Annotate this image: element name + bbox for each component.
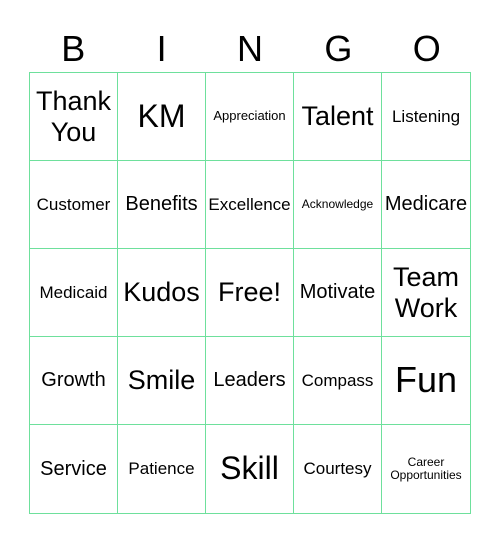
bingo-cell[interactable]: Smile [118, 337, 206, 425]
bingo-cell[interactable]: Leaders [206, 337, 294, 425]
bingo-cell[interactable]: Career Opportunities [382, 425, 470, 513]
bingo-cell[interactable]: Service [30, 425, 118, 513]
bingo-cell[interactable]: Motivate [294, 249, 382, 337]
header-letter-o: O [412, 28, 441, 69]
bingo-cell[interactable]: Fun [382, 337, 470, 425]
bingo-cell[interactable]: Medicaid [30, 249, 118, 337]
bingo-cell[interactable]: Kudos [118, 249, 206, 337]
header-letter-b: B [61, 28, 86, 69]
bingo-cell[interactable]: Compass [294, 337, 382, 425]
header-letter-g: G [324, 28, 353, 69]
bingo-cell[interactable]: Medicare [382, 161, 470, 249]
bingo-cell[interactable]: KM [118, 73, 206, 161]
bingo-cell[interactable]: Thank You [30, 73, 118, 161]
header-letter-i: I [156, 28, 167, 69]
bingo-cell[interactable]: Appreciation [206, 73, 294, 161]
bingo-cell[interactable]: Patience [118, 425, 206, 513]
bingo-cell[interactable]: Skill [206, 425, 294, 513]
header-letter-n: N [236, 28, 263, 69]
bingo-cell[interactable]: Listening [382, 73, 470, 161]
bingo-cell[interactable]: Free! [206, 249, 294, 337]
bingo-cell[interactable]: Benefits [118, 161, 206, 249]
bingo-cell[interactable]: Excellence [206, 161, 294, 249]
bingo-cell[interactable]: Acknowledge [294, 161, 382, 249]
bingo-cell[interactable]: Courtesy [294, 425, 382, 513]
bingo-card-grid: Thank You KM Appreciation Talent Listening Cu… [29, 72, 471, 514]
bingo-cell[interactable]: Customer [30, 161, 118, 249]
bingo-header: B I N G O [29, 26, 471, 72]
bingo-cell[interactable]: Team Work [382, 249, 470, 337]
bingo-cell[interactable]: Talent [294, 73, 382, 161]
bingo-cell[interactable]: Growth [30, 337, 118, 425]
